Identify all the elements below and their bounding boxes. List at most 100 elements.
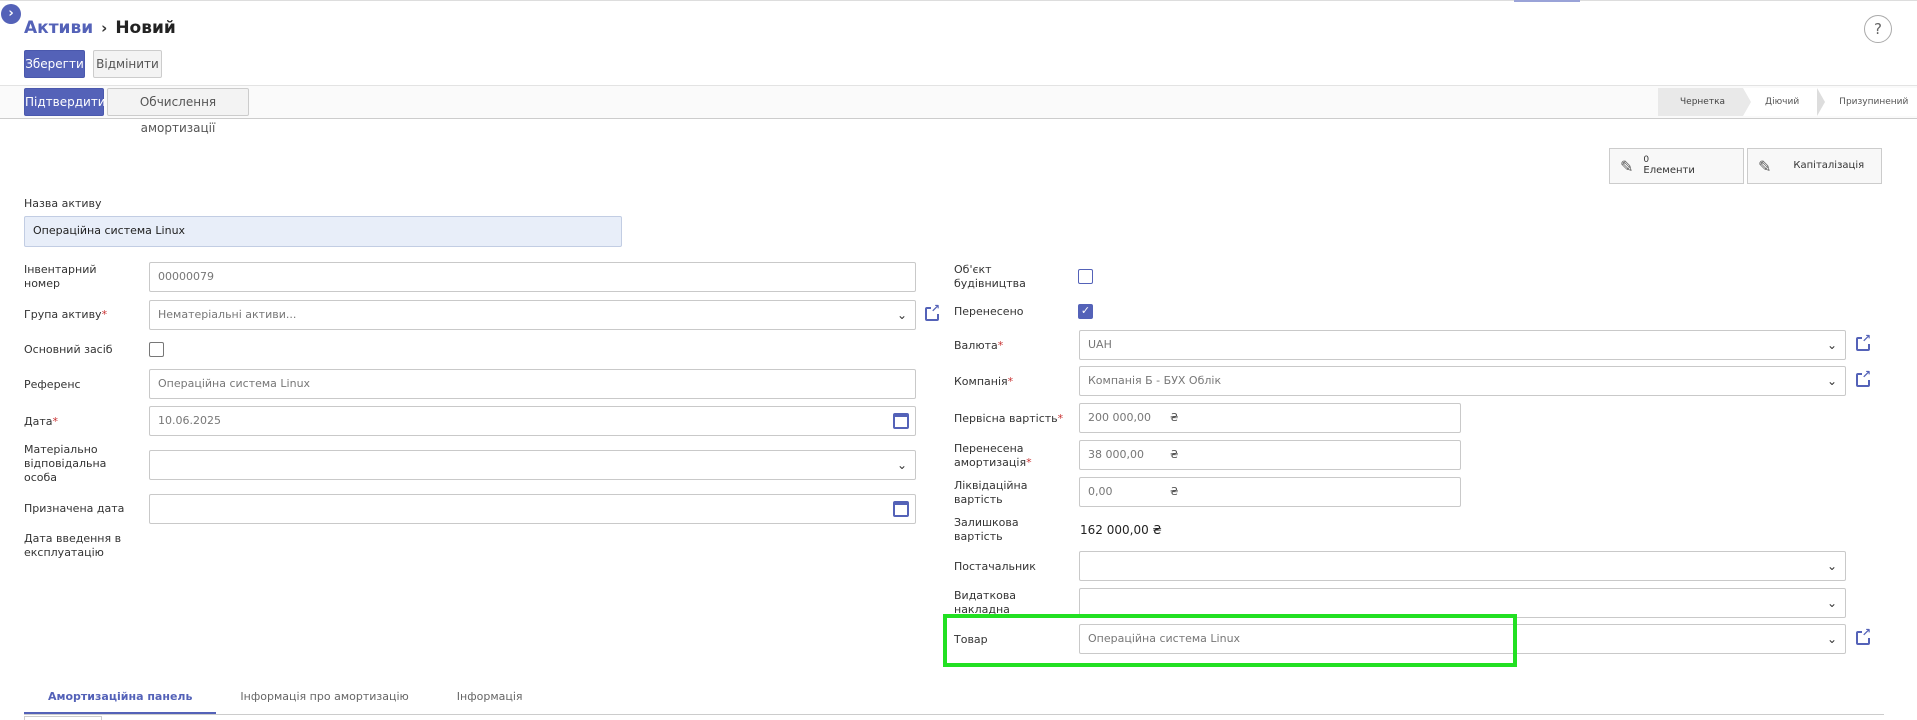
chevron-right-icon[interactable]: › — [1, 4, 21, 24]
currency-value: UAH — [1088, 338, 1112, 351]
external-link-icon[interactable] — [925, 303, 940, 321]
inventory-number-input[interactable]: 00000079 — [149, 262, 916, 292]
company-label-text: Компанія — [954, 375, 1008, 388]
transferred-label: Перенесено — [954, 305, 1024, 318]
asset-group-label-text: Група активу — [24, 308, 102, 321]
construction-label-line1: Об'єкт — [954, 263, 992, 276]
chevron-down-icon: ⌄ — [1826, 338, 1837, 352]
stage-paused[interactable]: Призупинений — [1817, 88, 1917, 116]
transferred-depreciation-input[interactable]: 38 000,00 ₴ — [1079, 440, 1461, 470]
responsible-person-label: Матеріально відповідальна особа — [24, 443, 106, 485]
salvage-value: 0,00 — [1088, 485, 1113, 498]
commissioning-label-line1: Дата введення в — [24, 532, 122, 545]
original-value-input[interactable]: 200 000,00 ₴ — [1079, 403, 1461, 433]
transferred-checkbox[interactable]: ✓ — [1078, 304, 1093, 319]
commissioning-date-label: Дата введення в експлуатацію — [24, 532, 121, 560]
original-value-label: Первісна вартість* — [954, 412, 1064, 425]
confirm-button[interactable]: Підтвердити — [24, 88, 106, 116]
calendar-icon[interactable] — [893, 501, 909, 517]
save-button[interactable]: Зберегти — [24, 50, 85, 78]
stage-active[interactable]: Діючий — [1743, 88, 1826, 116]
elements-smart-button[interactable]: ✎ 0 Елементи — [1609, 148, 1744, 184]
status-bar — [0, 85, 1917, 119]
tab-depreciation-board[interactable]: Амортизаційна панель — [24, 681, 217, 714]
breadcrumb-assets-link[interactable]: Активи — [24, 18, 93, 38]
transferred-depr-label-line2: амортизація — [954, 456, 1027, 469]
invoice-label-line1: Видаткова — [954, 589, 1017, 602]
invoice-label: Видаткова накладна — [954, 589, 1016, 617]
stage-pipeline: Чернетка Діючий Призупинений — [1658, 88, 1917, 116]
currency-select[interactable]: UAH ⌄ — [1079, 330, 1846, 360]
external-link-icon[interactable] — [1856, 369, 1871, 387]
company-select[interactable]: Компанія Б - БУХ Облік ⌄ — [1079, 366, 1846, 396]
transferred-depr-value: 38 000,00 — [1088, 448, 1144, 461]
external-link-icon[interactable] — [1856, 627, 1871, 645]
pencil-icon: ✎ — [1758, 156, 1772, 176]
compute-depreciation-button[interactable]: Обчислення амортизації — [107, 88, 249, 135]
currency-label-text: Валюта — [954, 339, 998, 352]
stage-draft[interactable]: Чернетка — [1658, 88, 1752, 116]
responsible-label-line3: особа — [24, 471, 58, 484]
inventory-number-label-line1: Інвентарний — [24, 263, 97, 276]
help-icon[interactable]: ? — [1864, 15, 1892, 43]
capitalization-label: Капіталізація — [1793, 160, 1865, 171]
elements-label: Елементи — [1643, 165, 1695, 176]
asset-name-label: Назва активу — [24, 197, 102, 210]
commissioning-label-line2: експлуатацію — [24, 546, 104, 559]
chevron-right-icon: › — [101, 19, 108, 37]
transferred-depr-label-line1: Перенесена — [954, 442, 1024, 455]
assigned-date-label: Призначена дата — [24, 502, 125, 515]
reference-label: Референс — [24, 378, 81, 391]
construction-object-checkbox[interactable] — [1078, 269, 1093, 284]
breadcrumb-current: Новий — [115, 18, 176, 38]
supplier-select[interactable]: ⌄ — [1079, 551, 1846, 581]
residual-value-label: Залишкова вартість — [954, 516, 1019, 544]
top-border — [0, 0, 1917, 1]
currency-symbol: ₴ — [1170, 485, 1179, 498]
reference-input[interactable]: Операційна система Linux — [149, 369, 916, 399]
inventory-number-label: Інвентарний номер — [24, 263, 97, 291]
inventory-number-label-line2: номер — [24, 277, 60, 290]
tab-depreciation-info[interactable]: Інформація про амортизацію — [216, 681, 432, 714]
asset-group-select[interactable]: Нематеріальні активи... ⌄ — [149, 300, 916, 330]
breadcrumb: Активи › Новий — [24, 18, 176, 38]
original-value: 200 000,00 — [1088, 411, 1151, 424]
asset-group-value: Нематеріальні активи... — [158, 308, 297, 321]
chevron-down-icon: ⌄ — [1826, 632, 1837, 646]
calendar-icon[interactable] — [893, 413, 909, 429]
chevron-down-icon: ⌄ — [1826, 596, 1837, 610]
transferred-depreciation-label: Перенесена амортизація* — [954, 442, 1032, 469]
salvage-value-input[interactable]: 0,00 ₴ — [1079, 477, 1461, 507]
salvage-label-line1: Ліквідаційна — [954, 479, 1028, 492]
chevron-down-icon: ⌄ — [896, 308, 907, 322]
currency-symbol: ₴ — [1170, 448, 1179, 461]
construction-object-label: Об'єкт будівництва — [954, 263, 1026, 291]
external-link-icon[interactable] — [1856, 333, 1871, 351]
capitalization-smart-button[interactable]: ✎ Капіталізація — [1747, 148, 1882, 184]
asset-name-input[interactable]: Операційна система Linux — [24, 216, 622, 247]
currency-symbol: ₴ — [1170, 411, 1179, 424]
asset-group-label: Група активу* — [24, 308, 108, 321]
main-asset-checkbox[interactable] — [149, 342, 164, 357]
residual-value: 162 000,00 ₴ — [1080, 523, 1162, 537]
date-label-text: Дата — [24, 415, 53, 428]
responsible-label-line1: Матеріально — [24, 443, 98, 456]
assigned-date-input[interactable] — [149, 494, 916, 524]
company-value: Компанія Б - БУХ Облік — [1088, 374, 1222, 387]
date-value: 10.06.2025 — [158, 414, 221, 427]
currency-label: Валюта* — [954, 339, 1004, 352]
chevron-down-icon: ⌄ — [896, 458, 907, 472]
chevron-down-icon: ⌄ — [1826, 559, 1837, 573]
date-input[interactable]: 10.06.2025 — [149, 406, 916, 436]
residual-label-line1: Залишкова — [954, 516, 1019, 529]
company-label: Компанія* — [954, 375, 1014, 388]
highlight-box — [943, 614, 1517, 667]
tab-info[interactable]: Інформація — [433, 681, 547, 714]
responsible-person-select[interactable]: ⌄ — [149, 450, 916, 480]
chevron-down-icon: ⌄ — [1826, 374, 1837, 388]
responsible-label-line2: відповідальна — [24, 457, 107, 470]
discard-button[interactable]: Відмінити — [93, 50, 162, 78]
loading-indicator — [1514, 0, 1580, 2]
residual-label-line2: вартість — [954, 530, 1003, 543]
notebook-tabs: Амортизаційна панель Інформація про амор… — [24, 681, 1884, 715]
